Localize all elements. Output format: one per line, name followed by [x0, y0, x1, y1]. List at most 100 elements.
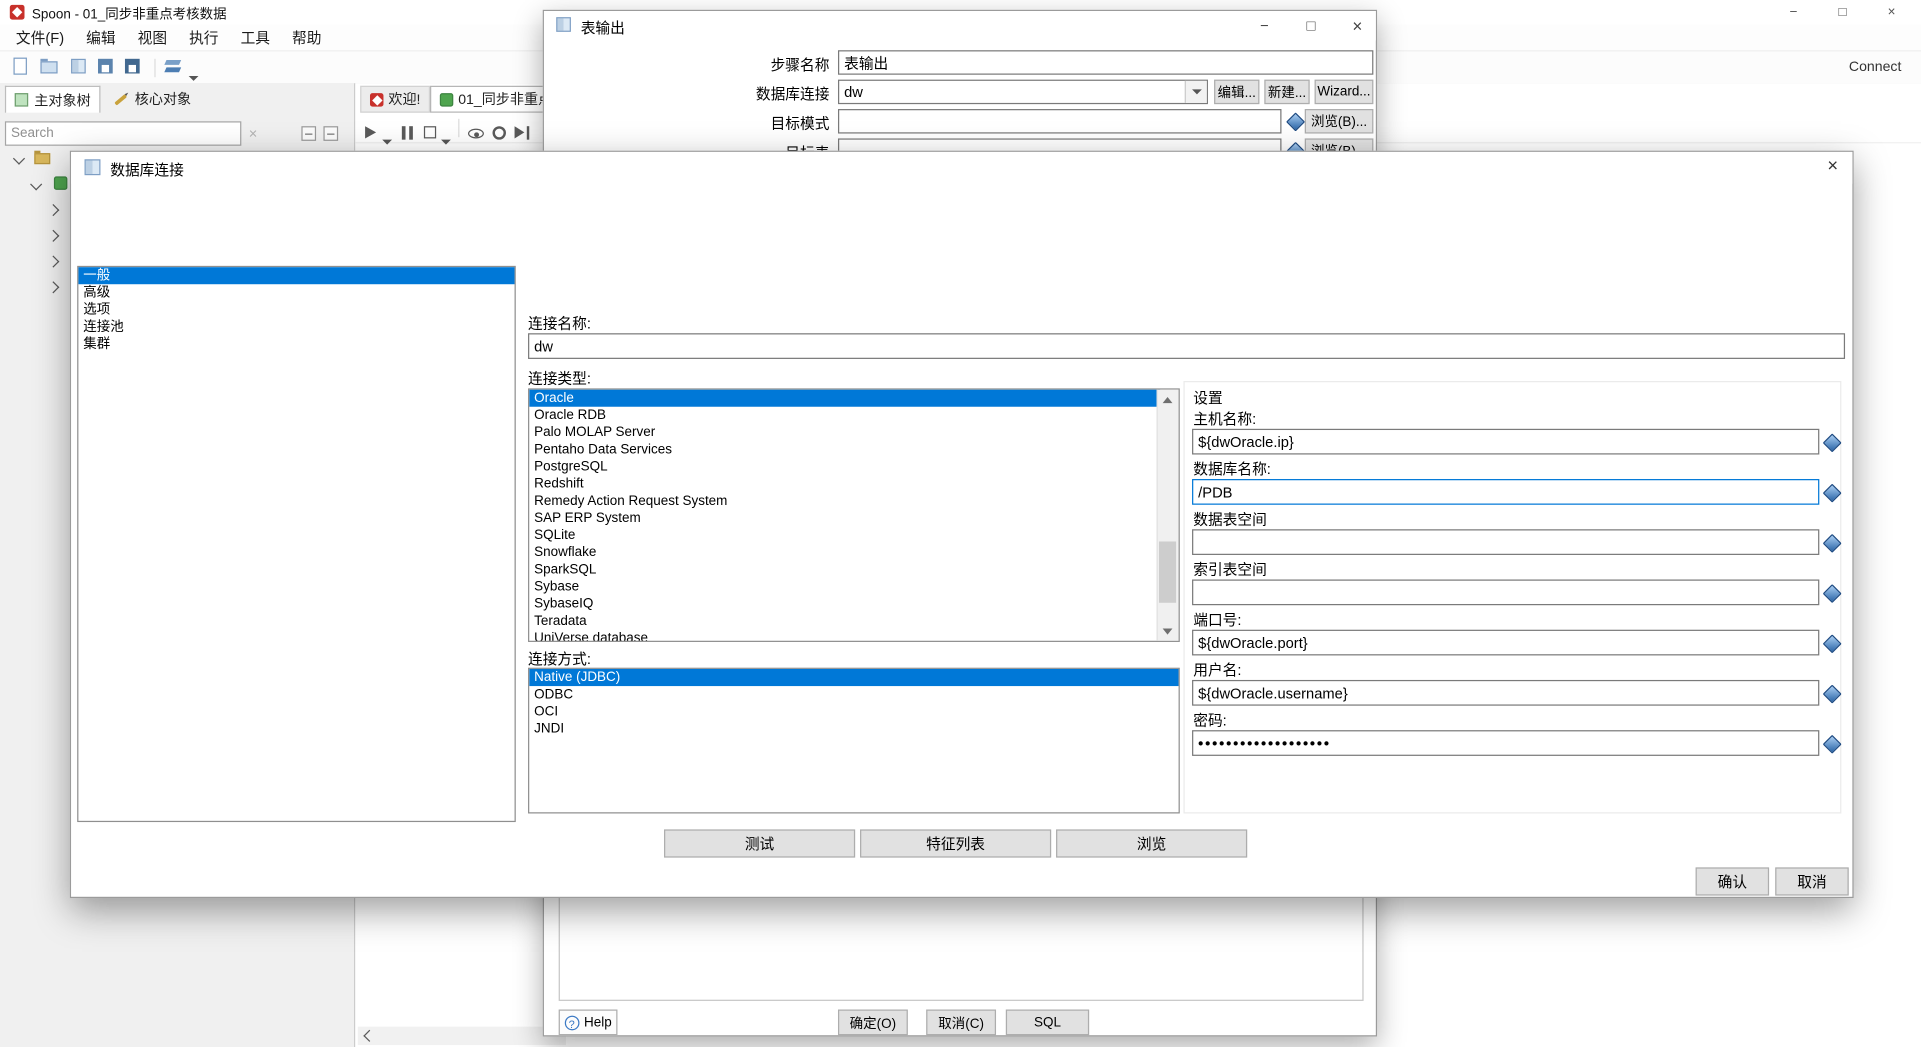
- connection-name-input[interactable]: [528, 333, 1846, 359]
- screen: Spoon - 01_同步非重点考核数据 − □ × 文件(F) 编辑 视图 执…: [0, 0, 1921, 1047]
- db-dialog-close-button[interactable]: ×: [1818, 154, 1847, 179]
- tab-main-object-tree[interactable]: 主对象树: [4, 85, 101, 113]
- cancel-button[interactable]: 取消(C): [926, 1009, 997, 1036]
- menu-run[interactable]: 执行: [178, 27, 229, 48]
- port-input[interactable]: [1192, 629, 1820, 656]
- connection-type-scrollbar[interactable]: [1156, 389, 1179, 641]
- menu-view[interactable]: 视图: [127, 27, 178, 48]
- connection-type-option[interactable]: SybaseIQ: [529, 595, 1178, 612]
- tree-expander-icon[interactable]: [47, 281, 60, 294]
- database-icon: [84, 159, 101, 176]
- menu-edit[interactable]: 编辑: [75, 27, 126, 48]
- connection-type-option[interactable]: Snowflake: [529, 544, 1178, 561]
- run-options-caret[interactable]: [382, 129, 393, 151]
- connection-type-option[interactable]: Sybase: [529, 578, 1178, 595]
- db-connection-select[interactable]: dw: [837, 79, 1208, 105]
- canvas-hscrollbar[interactable]: [357, 1026, 567, 1046]
- access-method-option[interactable]: Native (JDBC): [529, 668, 1179, 687]
- connection-type-option[interactable]: SQLite: [529, 527, 1178, 544]
- tree-expander-icon[interactable]: [47, 229, 60, 242]
- tree-expander-icon[interactable]: [47, 204, 60, 217]
- dialog-maximize-button[interactable]: □: [1291, 12, 1330, 40]
- browse-schema-button[interactable]: 浏览(B)...: [1304, 109, 1374, 134]
- connection-type-option[interactable]: Oracle: [529, 389, 1161, 407]
- new-file-button[interactable]: [10, 56, 32, 78]
- target-schema-input[interactable]: [837, 109, 1282, 134]
- category-clustering[interactable]: 集群: [78, 336, 514, 353]
- index-tablespace-input[interactable]: [1192, 579, 1820, 606]
- menu-file[interactable]: 文件(F): [5, 27, 75, 48]
- menu-tools[interactable]: 工具: [230, 27, 281, 48]
- connection-type-option[interactable]: SparkSQL: [529, 561, 1178, 578]
- password-input[interactable]: [1192, 730, 1820, 756]
- connect-button[interactable]: Connect: [1849, 60, 1901, 75]
- combo-dropdown-button[interactable]: [1184, 80, 1207, 103]
- folder-icon: [34, 150, 51, 165]
- host-input[interactable]: [1192, 428, 1820, 455]
- scrollbar-thumb[interactable]: [1158, 541, 1177, 603]
- dialog-close-button[interactable]: ×: [1338, 12, 1377, 40]
- toolbar-separator: [154, 58, 156, 78]
- explore-button[interactable]: 浏览: [1056, 829, 1248, 858]
- tree-expander-icon[interactable]: [30, 178, 43, 191]
- connection-type-option[interactable]: Oracle RDB: [529, 407, 1178, 424]
- pencil-icon: [114, 94, 128, 106]
- category-general[interactable]: 一般: [78, 267, 515, 285]
- username-input[interactable]: [1192, 679, 1820, 706]
- ok-button[interactable]: 确定(O): [837, 1009, 908, 1036]
- feature-list-button[interactable]: 特征列表: [860, 829, 1052, 858]
- help-button[interactable]: ? Help: [558, 1009, 618, 1036]
- save-as-button[interactable]: [123, 56, 145, 78]
- perspective-button[interactable]: [164, 56, 186, 78]
- search-input[interactable]: [4, 121, 242, 146]
- new-connection-button[interactable]: 新建...: [1264, 79, 1310, 105]
- tab-welcome[interactable]: 欢迎!: [360, 85, 431, 113]
- help-icon: ?: [564, 1015, 580, 1030]
- sql-button[interactable]: SQL: [1005, 1009, 1090, 1036]
- category-pooling[interactable]: 连接池: [78, 319, 514, 336]
- confirm-button[interactable]: 确认: [1695, 867, 1770, 896]
- main-close-button[interactable]: ×: [1872, 1, 1911, 24]
- tree-expander-icon[interactable]: [47, 255, 60, 268]
- connection-type-option[interactable]: Redshift: [529, 475, 1178, 492]
- scroll-down-button[interactable]: [1158, 621, 1178, 641]
- stop-options-caret[interactable]: [441, 129, 451, 151]
- expand-all-button[interactable]: [301, 126, 317, 141]
- scroll-up-button[interactable]: [1158, 390, 1178, 410]
- connection-type-option[interactable]: Palo MOLAP Server: [529, 424, 1178, 441]
- main-minimize-button[interactable]: −: [1774, 1, 1813, 24]
- scroll-left-icon[interactable]: [363, 1029, 376, 1042]
- tree-expander-icon[interactable]: [12, 152, 26, 165]
- category-advanced[interactable]: 高级: [78, 284, 514, 301]
- tree-icon: [14, 92, 29, 106]
- wizard-button[interactable]: Wizard...: [1314, 79, 1374, 105]
- access-method-option[interactable]: JNDI: [529, 720, 1178, 737]
- access-method-label: 连接方式:: [528, 650, 591, 668]
- dialog-minimize-button[interactable]: −: [1245, 12, 1284, 40]
- tab-core-objects[interactable]: 核心对象: [105, 86, 199, 113]
- cancel-button[interactable]: 取消: [1775, 867, 1849, 896]
- menu-help[interactable]: 帮助: [281, 27, 332, 48]
- connection-type-option[interactable]: UniVerse database: [529, 630, 1178, 641]
- target-schema-label: 目标模式: [770, 115, 830, 133]
- collapse-all-button[interactable]: [323, 126, 339, 141]
- test-button[interactable]: 测试: [664, 829, 856, 858]
- db-connection-value: dw: [844, 83, 863, 101]
- database-name-input[interactable]: [1192, 479, 1820, 505]
- access-method-option[interactable]: OCI: [529, 703, 1178, 720]
- clear-search-icon[interactable]: ×: [249, 125, 258, 142]
- main-maximize-button[interactable]: □: [1823, 1, 1862, 24]
- connection-type-option[interactable]: Pentaho Data Services: [529, 441, 1178, 458]
- explore-repo-button[interactable]: [69, 56, 91, 78]
- connection-type-option[interactable]: PostgreSQL: [529, 458, 1178, 475]
- save-button[interactable]: [96, 56, 118, 78]
- category-options[interactable]: 选项: [78, 301, 514, 318]
- data-tablespace-input[interactable]: [1192, 529, 1820, 555]
- edit-connection-button[interactable]: 编辑...: [1214, 79, 1260, 105]
- connection-type-option[interactable]: Remedy Action Request System: [529, 493, 1178, 510]
- step-name-input[interactable]: [837, 50, 1374, 75]
- connection-type-option[interactable]: SAP ERP System: [529, 510, 1178, 527]
- connection-type-option[interactable]: Teradata: [529, 613, 1178, 630]
- access-method-option[interactable]: ODBC: [529, 686, 1178, 703]
- open-file-button[interactable]: [39, 56, 61, 78]
